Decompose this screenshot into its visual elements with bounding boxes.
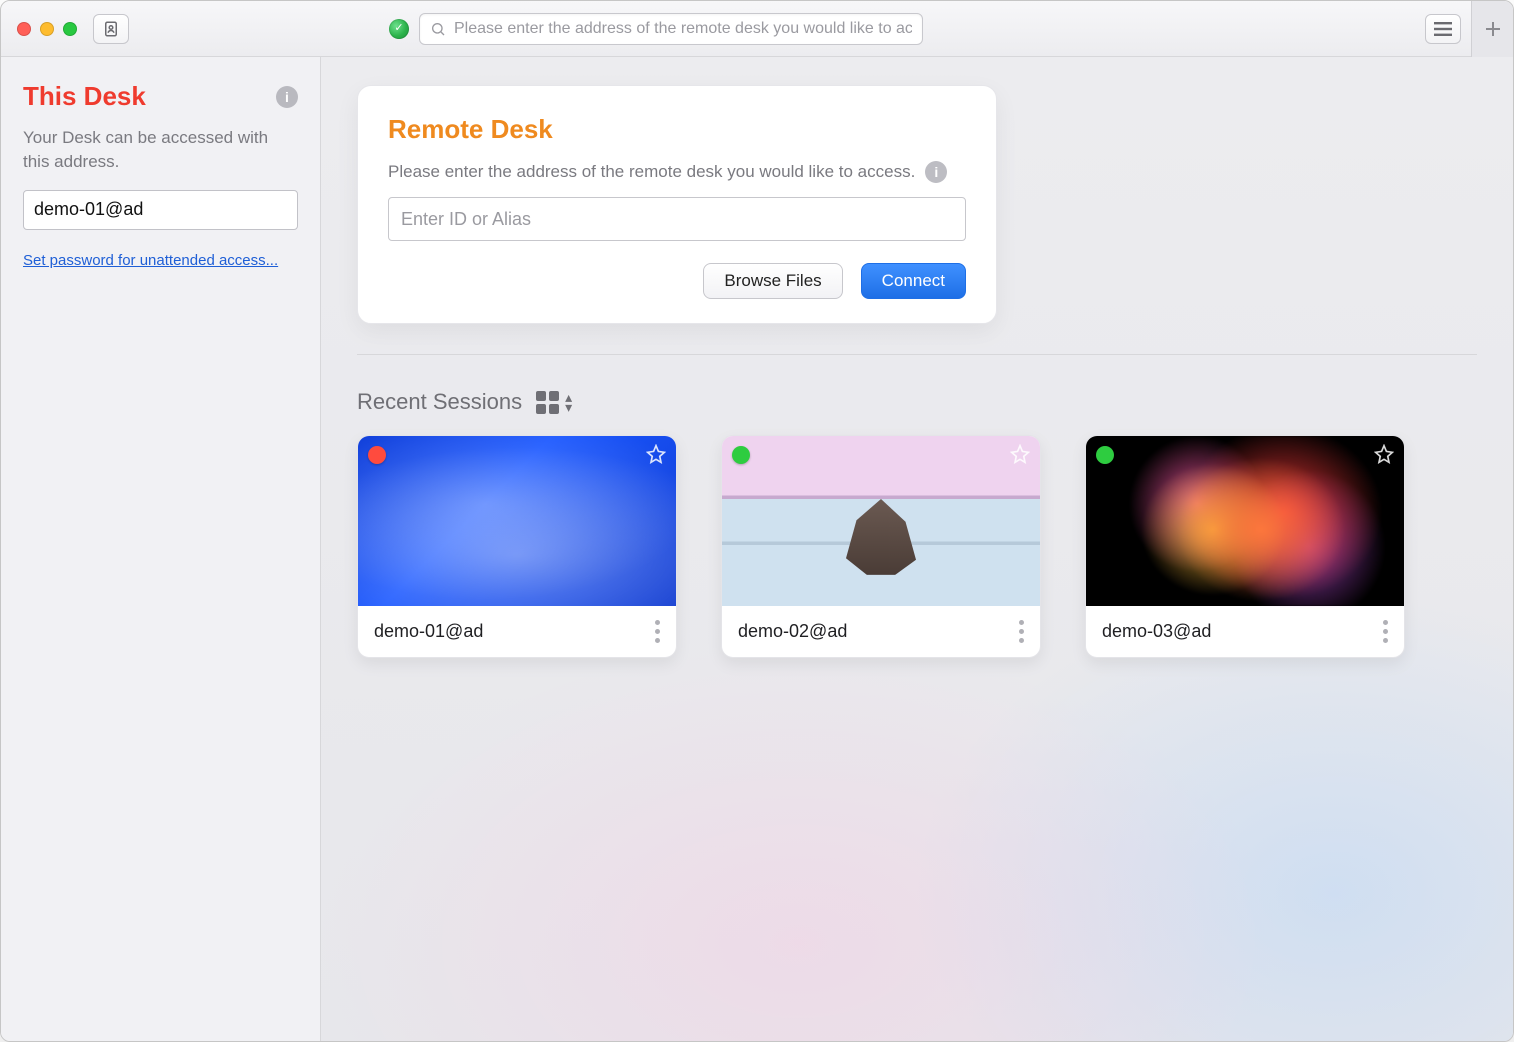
session-name: demo-01@ad [374, 621, 483, 642]
status-ok-icon [389, 19, 409, 39]
favorite-button[interactable] [1010, 444, 1030, 464]
info-icon[interactable]: i [276, 86, 298, 108]
plus-icon [1485, 21, 1501, 37]
sort-updown-icon: ▴▾ [565, 392, 572, 412]
session-name: demo-03@ad [1102, 621, 1211, 642]
grid-icon [536, 391, 559, 414]
session-thumbnail [1086, 436, 1404, 606]
session-bar: demo-02@ad [722, 606, 1040, 657]
session-name: demo-02@ad [738, 621, 847, 642]
search-icon [430, 21, 446, 37]
session-more-button[interactable] [1019, 620, 1024, 643]
window-minimize-button[interactable] [40, 22, 54, 36]
new-tab-button[interactable] [1471, 1, 1513, 57]
session-thumbnail [358, 436, 676, 606]
recent-sessions-title: Recent Sessions [357, 389, 522, 415]
info-icon[interactable]: i [925, 161, 947, 183]
window-body: This Desk i Your Desk can be accessed wi… [1, 57, 1513, 1041]
session-card[interactable]: demo-01@ad [357, 435, 677, 658]
divider [357, 354, 1477, 355]
star-icon [1010, 444, 1030, 464]
favorite-button[interactable] [646, 444, 666, 464]
session-grid: demo-01@ad demo-02@ad demo-03@ad [357, 435, 1477, 658]
status-dot-icon [368, 446, 386, 464]
star-icon [1374, 444, 1394, 464]
sidebar-description: Your Desk can be accessed with this addr… [23, 126, 298, 174]
remote-desk-card: Remote Desk Please enter the address of … [357, 85, 997, 324]
main-area: Remote Desk Please enter the address of … [321, 57, 1513, 1041]
connect-button[interactable]: Connect [861, 263, 966, 299]
session-card[interactable]: demo-02@ad [721, 435, 1041, 658]
set-password-link[interactable]: Set password for unattended access... [23, 252, 278, 269]
sidebar-title: This Desk [23, 81, 146, 112]
window-zoom-button[interactable] [63, 22, 77, 36]
address-search[interactable] [419, 13, 923, 45]
star-icon [646, 444, 666, 464]
remote-address-input[interactable] [388, 197, 966, 241]
recent-sessions-header: Recent Sessions ▴▾ [357, 389, 1477, 415]
session-bar: demo-01@ad [358, 606, 676, 657]
address-book-button[interactable] [93, 14, 129, 44]
browse-files-button[interactable]: Browse Files [703, 263, 842, 299]
session-more-button[interactable] [655, 620, 660, 643]
titlebar [1, 1, 1513, 57]
sidebar: This Desk i Your Desk can be accessed wi… [1, 57, 321, 1041]
menu-button[interactable] [1425, 14, 1461, 44]
session-thumbnail [722, 436, 1040, 606]
window-close-button[interactable] [17, 22, 31, 36]
status-dot-icon [1096, 446, 1114, 464]
traffic-lights [17, 22, 77, 36]
tab-strip [1471, 1, 1513, 57]
view-toggle[interactable]: ▴▾ [536, 391, 572, 414]
remote-desk-description: Please enter the address of the remote d… [388, 162, 915, 182]
remote-desk-title: Remote Desk [388, 114, 966, 145]
session-card[interactable]: demo-03@ad [1085, 435, 1405, 658]
hamburger-icon [1434, 22, 1452, 36]
address-search-input[interactable] [454, 20, 912, 38]
app-window: This Desk i Your Desk can be accessed wi… [0, 0, 1514, 1042]
status-dot-icon [732, 446, 750, 464]
session-bar: demo-03@ad [1086, 606, 1404, 657]
session-more-button[interactable] [1383, 620, 1388, 643]
this-desk-address-input[interactable] [23, 190, 298, 230]
favorite-button[interactable] [1374, 444, 1394, 464]
